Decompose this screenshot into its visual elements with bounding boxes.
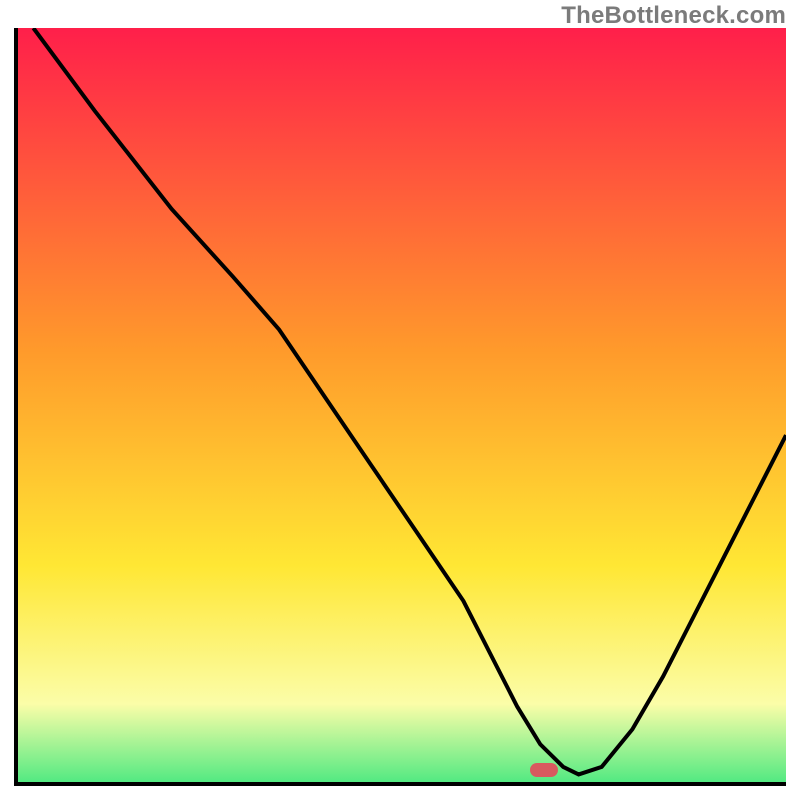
watermark-text: TheBottleneck.com	[561, 2, 786, 30]
axes-frame	[14, 28, 786, 786]
